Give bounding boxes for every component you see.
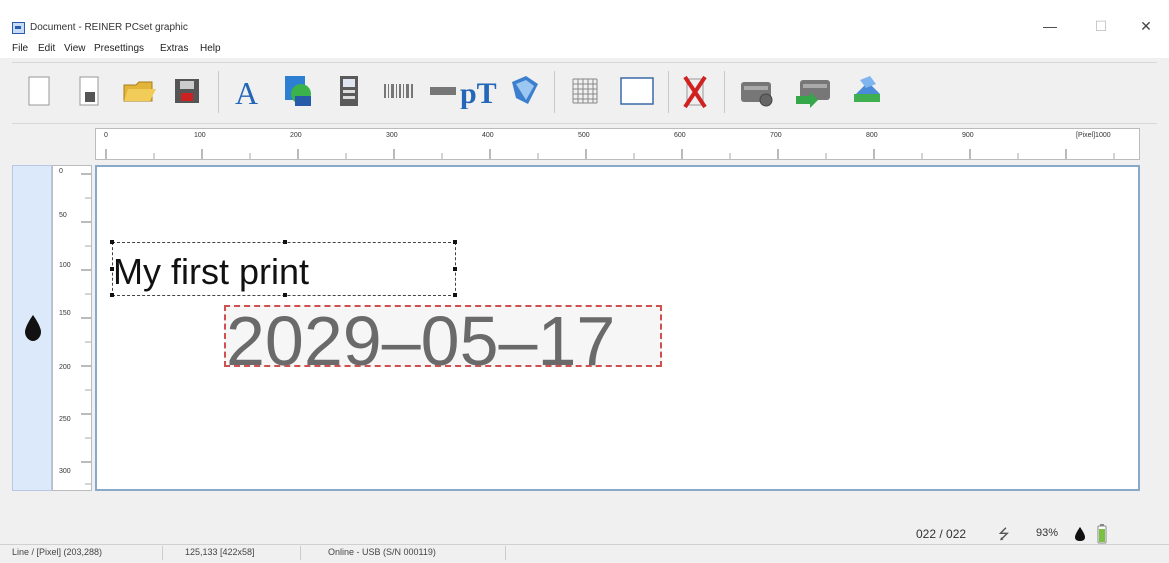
status-divider [505, 546, 506, 560]
print-transfer-icon[interactable] [794, 71, 832, 111]
resize-handle[interactable] [110, 267, 114, 271]
insert-symbol-icon[interactable] [424, 71, 462, 111]
ruler-label: 0 [104, 132, 108, 139]
resize-handle[interactable] [110, 293, 114, 297]
print-counter: 022 / 022 [916, 527, 967, 541]
printer-settings-icon[interactable] [738, 71, 776, 111]
ink-strip [12, 165, 52, 491]
battery-icon [1097, 524, 1107, 544]
ruler-label: 300 [386, 132, 398, 139]
insert-pt-field-icon[interactable]: pT [460, 71, 498, 111]
save-icon[interactable] [168, 71, 206, 111]
toolbar-separator [218, 71, 219, 113]
ruler-label: 800 [866, 132, 878, 139]
ink-level: 93% [1036, 527, 1059, 539]
minimize-button[interactable]: — [1032, 14, 1068, 38]
menu-extras[interactable]: Extras [160, 43, 188, 54]
toolbar-separator [554, 71, 555, 113]
status-bar [0, 544, 1169, 563]
ruler-label: 150 [59, 310, 71, 317]
date-object-content: 2029–05–17 [226, 302, 616, 380]
open-folder-icon[interactable] [120, 71, 158, 111]
ink-drop-icon [25, 315, 41, 341]
status-divider [162, 546, 163, 560]
resize-handle[interactable] [453, 293, 457, 297]
ruler-label: 200 [59, 364, 71, 371]
horizontal-ruler: 0 100 200 300 400 500 600 700 800 900 [P… [95, 128, 1140, 160]
close-button[interactable]: ✕ [1128, 14, 1164, 38]
ruler-label: 900 [962, 132, 974, 139]
ruler-label: 200 [290, 132, 302, 139]
resize-handle[interactable] [110, 240, 114, 244]
menu-file[interactable]: File [12, 43, 28, 54]
resize-handle[interactable] [283, 240, 287, 244]
ruler-label: 250 [59, 416, 71, 423]
maximize-button[interactable]: ☐ [1083, 14, 1119, 38]
frame-icon[interactable] [618, 71, 656, 111]
ruler-label: 100 [194, 132, 206, 139]
grid-icon[interactable] [566, 71, 604, 111]
resize-handle[interactable] [453, 267, 457, 271]
download-icon[interactable] [848, 71, 886, 111]
ruler-label: 600 [674, 132, 686, 139]
text-object[interactable]: My first print [110, 240, 457, 297]
resize-handle[interactable] [453, 240, 457, 244]
ruler-label: 700 [770, 132, 782, 139]
ruler-label: 100 [59, 262, 71, 269]
date-object[interactable]: 2029–05–17 [224, 302, 662, 380]
ruler-label: 500 [578, 132, 590, 139]
insert-image-icon[interactable] [280, 71, 318, 111]
menu-view[interactable]: View [64, 43, 86, 54]
toolbar-separator [724, 71, 725, 113]
ruler-label: 400 [482, 132, 494, 139]
new-document-icon[interactable] [20, 71, 58, 111]
ruler-label: [Pixel]1000 [1076, 132, 1111, 139]
ruler-label: 0 [59, 168, 63, 175]
menu-presettings[interactable]: Presettings [94, 43, 144, 54]
insert-counter-icon[interactable] [330, 71, 368, 111]
menu-help[interactable]: Help [200, 43, 221, 54]
text-object-content: My first print [113, 251, 310, 292]
menu-bar: File Edit View Presettings Extras Help [0, 40, 1169, 58]
svg-text:pT: pT [460, 77, 497, 109]
insert-logo-icon[interactable] [506, 71, 544, 111]
ruler-label: 300 [59, 468, 71, 475]
vertical-ruler: 0 50 100 150 200 250 300 [52, 165, 92, 491]
toolbar-separator [668, 71, 669, 113]
svg-text:A: A [235, 75, 258, 108]
delete-icon[interactable] [676, 71, 714, 111]
status-connection: Online - USB (S/N 000119) [328, 547, 436, 557]
ruler-label: 50 [59, 212, 67, 219]
title-bar: Document - REINER PCset graphic — ☐ ✕ [0, 0, 1169, 40]
menu-edit[interactable]: Edit [38, 43, 55, 54]
app-icon [12, 22, 25, 34]
ink-drop-status-icon [1075, 527, 1085, 541]
new-template-icon[interactable] [70, 71, 108, 111]
insert-barcode-icon[interactable] [380, 71, 418, 111]
insert-text-icon[interactable]: A [230, 71, 268, 111]
window-title: Document - REINER PCset graphic [30, 22, 188, 33]
status-position-size: 125,133 [422x58] [185, 547, 255, 557]
status-divider [300, 546, 301, 560]
toolbar: A pT [12, 62, 1157, 124]
status-tool-info: Line / [Pixel] (203,288) [12, 547, 103, 557]
resize-handle[interactable] [283, 293, 287, 297]
